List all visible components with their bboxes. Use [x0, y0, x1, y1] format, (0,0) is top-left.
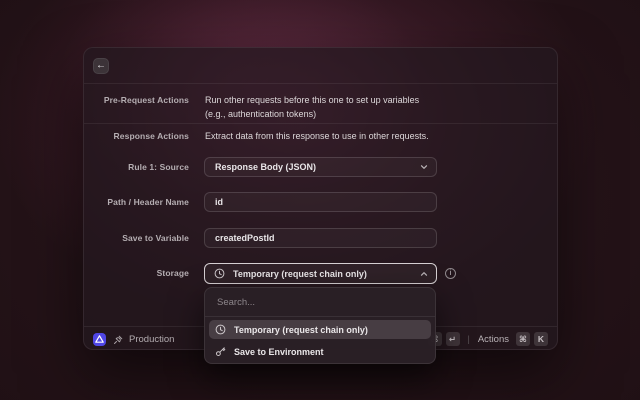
actions-label: Actions — [478, 334, 509, 345]
pre-request-description: Run other requests before this one to se… — [205, 93, 419, 121]
actions-button[interactable]: Actions ⌘ K — [478, 332, 548, 346]
option-save-to-environment[interactable]: Save to Environment — [209, 342, 431, 361]
header-divider — [84, 83, 557, 84]
back-button[interactable]: ← — [93, 58, 109, 74]
option-label: Save to Environment — [234, 347, 324, 357]
key-icon — [215, 346, 226, 357]
field-label-source: Rule 1: Source — [84, 160, 189, 174]
chevron-up-icon — [420, 270, 428, 278]
modal-header: ← — [84, 48, 557, 83]
clock-icon — [215, 324, 226, 335]
section-divider — [84, 123, 557, 124]
dropdown-options: Temporary (request chain only) Save to E… — [205, 317, 435, 364]
k-key-badge: K — [534, 332, 548, 346]
app-logo[interactable] — [93, 333, 106, 346]
info-icon-glyph: i — [450, 270, 452, 277]
storage-select-value: Temporary (request chain only) — [233, 269, 412, 279]
field-label-storage: Storage — [84, 266, 189, 280]
option-temporary[interactable]: Temporary (request chain only) — [209, 320, 431, 339]
variable-input[interactable] — [204, 228, 437, 248]
section-label-response: Response Actions — [84, 129, 189, 143]
pre-request-description-line1: Run other requests before this one to se… — [205, 93, 419, 107]
section-label-pre-request: Pre-Request Actions — [84, 93, 189, 107]
source-select-value: Response Body (JSON) — [215, 162, 420, 172]
plug-icon — [113, 334, 124, 345]
chevron-down-icon — [420, 163, 428, 171]
enter-key-badge: ↵ — [446, 332, 460, 346]
dropdown-search-input[interactable] — [205, 288, 435, 317]
response-description: Extract data from this response to use i… — [205, 129, 429, 143]
triangle-logo-icon — [95, 335, 104, 343]
shortcut-separator: | — [464, 334, 474, 344]
back-arrow-icon: ← — [96, 60, 106, 71]
source-select[interactable]: Response Body (JSON) — [204, 157, 437, 177]
environment-selector[interactable]: Production — [113, 334, 174, 345]
clock-icon — [214, 268, 225, 279]
field-label-path: Path / Header Name — [84, 195, 189, 209]
storage-dropdown: Temporary (request chain only) Save to E… — [204, 287, 436, 364]
storage-select[interactable]: Temporary (request chain only) — [204, 263, 437, 284]
cmd-key-badge: ⌘ — [516, 332, 530, 346]
info-icon[interactable]: i — [445, 268, 456, 279]
option-label: Temporary (request chain only) — [234, 325, 368, 335]
field-label-variable: Save to Variable — [84, 231, 189, 245]
path-input[interactable] — [204, 192, 437, 212]
environment-label: Production — [129, 334, 174, 345]
pre-request-description-line2: (e.g., authentication tokens) — [205, 107, 419, 121]
status-bar-right: ⌘ ↵ | Actions ⌘ K — [428, 332, 549, 346]
